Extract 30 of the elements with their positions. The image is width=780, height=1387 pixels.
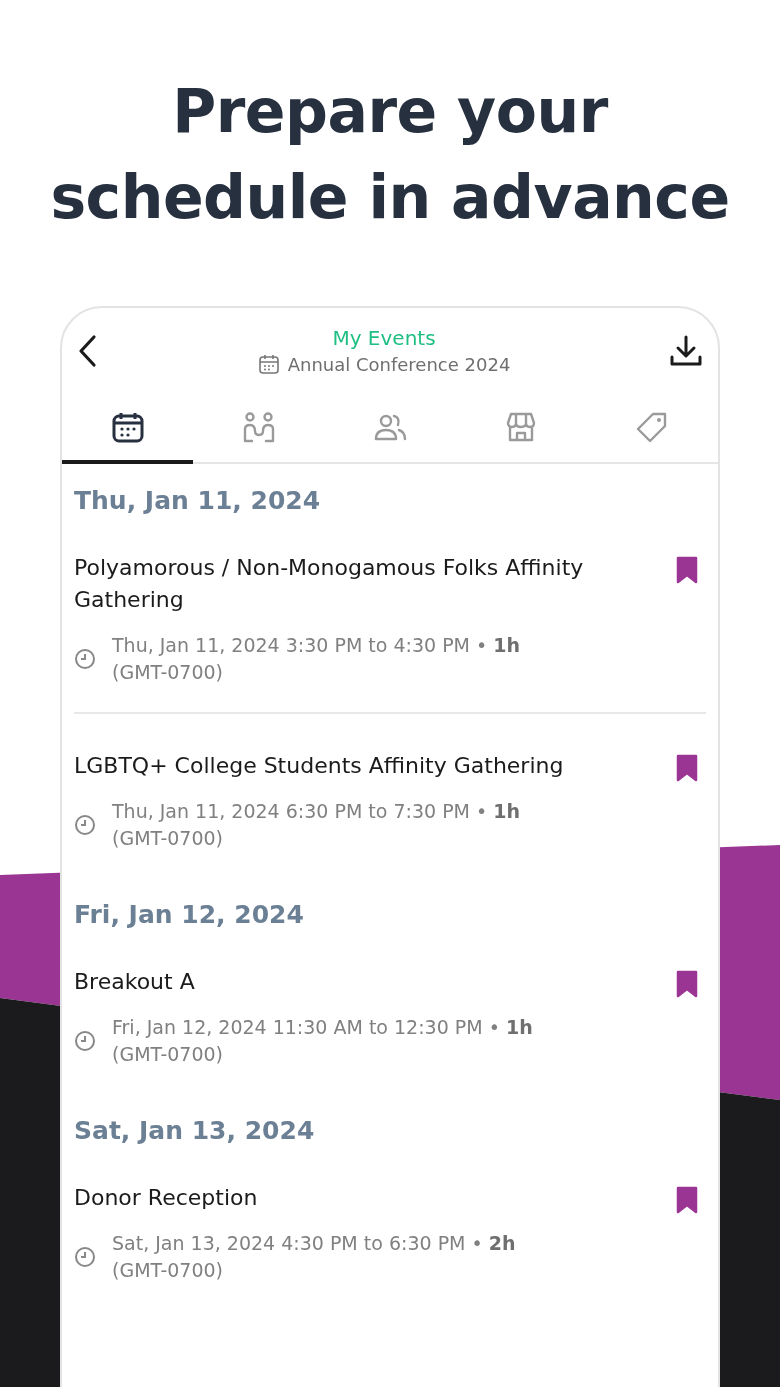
- event-time: Sat, Jan 13, 2024 4:30 PM to 6:30 PM • 2h: [112, 1231, 516, 1256]
- event-time: Fri, Jan 12, 2024 11:30 AM to 12:30 PM • 1h: [112, 1015, 533, 1040]
- screen-title: My Events: [331, 324, 437, 351]
- date-heading: Sat, Jan 13, 2024: [73, 1115, 316, 1146]
- download-button[interactable]: [668, 333, 704, 369]
- people-pair-icon: [241, 410, 276, 444]
- calendar-icon: [257, 353, 280, 375]
- headline: Prepare your schedule in advance: [49, 75, 731, 234]
- event-title[interactable]: LGBTQ+ College Students Affinity Gathering: [74, 750, 564, 782]
- event-timezone: (GMT-0700): [112, 826, 224, 851]
- event-subtitle: Annual Conference 2024: [287, 352, 511, 377]
- bookmark-icon[interactable]: [676, 970, 698, 998]
- event-timezone: (GMT-0700): [112, 1042, 224, 1067]
- event-timezone: (GMT-0700): [112, 660, 224, 685]
- bookmark-icon[interactable]: [676, 754, 698, 782]
- clock-icon: [74, 814, 96, 836]
- event-title[interactable]: Breakout A: [74, 966, 195, 998]
- clock-icon: [74, 1246, 96, 1268]
- event-title[interactable]: Polyamorous / Non-Monogamous Folks Affinity Gathering: [74, 552, 584, 616]
- bookmark-icon[interactable]: [676, 556, 698, 584]
- clock-icon: [74, 648, 96, 670]
- event-title[interactable]: Donor Reception: [74, 1182, 258, 1214]
- bookmark-icon[interactable]: [676, 1186, 698, 1214]
- event-time: Thu, Jan 11, 2024 3:30 PM to 4:30 PM • 1h: [112, 633, 521, 658]
- calendar-icon: [110, 410, 145, 444]
- event-timezone: (GMT-0700): [112, 1258, 224, 1283]
- date-heading: Fri, Jan 12, 2024: [73, 899, 305, 930]
- clock-icon: [74, 1030, 96, 1052]
- event-time: Thu, Jan 11, 2024 6:30 PM to 7:30 PM • 1h: [112, 799, 521, 824]
- date-heading: Thu, Jan 11, 2024: [73, 485, 322, 516]
